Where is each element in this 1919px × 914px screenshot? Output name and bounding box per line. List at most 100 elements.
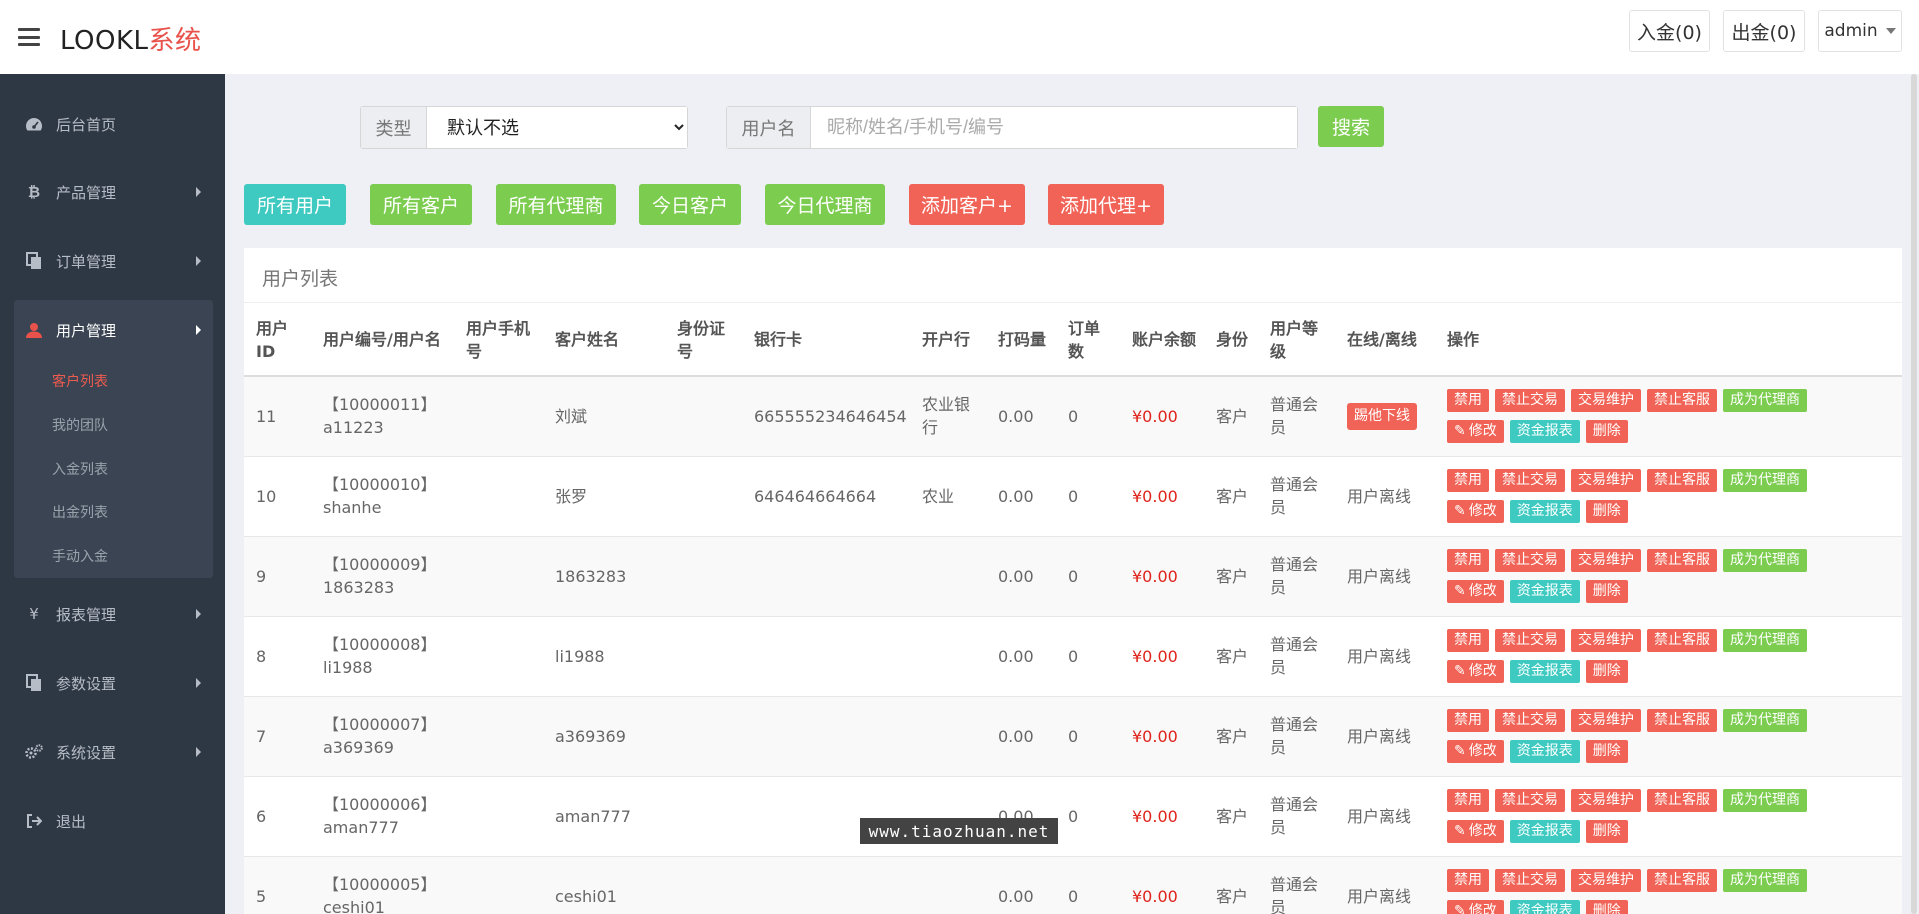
ban-service-button[interactable]: 禁止客服 (1647, 629, 1717, 652)
ban-service-button[interactable]: 禁止客服 (1647, 869, 1717, 893)
fund-report-button[interactable]: 资金报表 (1509, 420, 1580, 444)
ban-button[interactable]: 禁用 (1447, 549, 1489, 572)
all-agents-button[interactable]: 所有代理商 (496, 184, 616, 225)
edit-button[interactable]: ✎ 修改 (1447, 580, 1504, 603)
edit-button[interactable]: ✎ 修改 (1447, 420, 1504, 444)
ban-trade-button[interactable]: 禁止交易 (1495, 389, 1565, 413)
delete-button[interactable]: 删除 (1585, 500, 1628, 523)
kick-offline-button[interactable]: 踢他下线 (1347, 402, 1417, 430)
sidebar-item-products[interactable]: ₿ 产品管理 (0, 172, 225, 212)
sidebar-sub-customer-list[interactable]: 客户列表 (52, 371, 108, 391)
delete-button[interactable]: 删除 (1585, 420, 1628, 444)
ban-trade-button[interactable]: 禁止交易 (1495, 629, 1565, 652)
all-customers-button[interactable]: 所有客户 (370, 184, 472, 225)
all-users-button[interactable]: 所有用户 (244, 184, 346, 225)
ban-button[interactable]: 禁用 (1447, 629, 1489, 652)
delete-button[interactable]: 删除 (1585, 900, 1628, 914)
trade-maintain-button[interactable]: 交易维护 (1571, 709, 1641, 732)
sign-out-icon (24, 811, 44, 831)
sidebar-sub-deposit-list[interactable]: 入金列表 (52, 459, 108, 479)
sidebar-item-users[interactable]: 用户管理 (14, 310, 213, 350)
deposit-button[interactable]: 入金(0) (1629, 10, 1710, 52)
edit-label: 修改 (1468, 663, 1497, 679)
edit-button[interactable]: ✎ 修改 (1447, 660, 1504, 683)
ban-service-button[interactable]: 禁止客服 (1647, 789, 1717, 812)
col-header: 打码量 (986, 304, 1056, 377)
make-agent-button[interactable]: 成为代理商 (1723, 549, 1807, 572)
delete-button[interactable]: 删除 (1585, 660, 1628, 683)
sidebar-item-reports[interactable]: ¥ 报表管理 (0, 594, 225, 634)
edit-button[interactable]: ✎ 修改 (1447, 820, 1504, 843)
pencil-icon: ✎ (1454, 503, 1466, 519)
sidebar-sub-my-team[interactable]: 我的团队 (52, 415, 108, 435)
fund-report-button[interactable]: 资金报表 (1509, 900, 1580, 914)
cell-user-code: 【10000010】 shanhe (311, 455, 454, 536)
today-agents-button[interactable]: 今日代理商 (765, 184, 885, 225)
ban-service-button[interactable]: 禁止客服 (1647, 709, 1717, 732)
user-menu-button[interactable]: admin (1818, 10, 1902, 52)
chevron-right-icon (196, 678, 201, 688)
ban-service-button[interactable]: 禁止客服 (1647, 469, 1717, 492)
make-agent-button[interactable]: 成为代理商 (1723, 469, 1807, 492)
cell-actions: 禁用 禁止交易 交易维护 禁止客服 成为代理商 ✎ 修改 资金报表 删除 (1435, 855, 1902, 914)
ban-button[interactable]: 禁用 (1447, 469, 1489, 492)
type-select[interactable]: 默认不选 (427, 107, 687, 148)
fund-report-button[interactable]: 资金报表 (1509, 820, 1580, 843)
cell-bank: 农业银行 (910, 375, 986, 456)
edit-button[interactable]: ✎ 修改 (1447, 900, 1504, 914)
chevron-right-icon (196, 256, 201, 266)
ban-service-button[interactable]: 禁止客服 (1647, 549, 1717, 572)
sidebar-item-system[interactable]: 系统设置 (0, 732, 225, 772)
trade-maintain-button[interactable]: 交易维护 (1571, 629, 1641, 652)
ban-button[interactable]: 禁用 (1447, 789, 1489, 812)
edit-button[interactable]: ✎ 修改 (1447, 740, 1504, 763)
delete-button[interactable]: 删除 (1585, 820, 1628, 843)
search-button[interactable]: 搜索 (1318, 106, 1384, 147)
make-agent-button[interactable]: 成为代理商 (1723, 789, 1807, 812)
trade-maintain-button[interactable]: 交易维护 (1571, 389, 1641, 413)
add-agent-button[interactable]: 添加代理+ (1048, 184, 1164, 225)
sidebar-item-home[interactable]: 后台首页 (0, 104, 225, 144)
ban-service-button[interactable]: 禁止客服 (1647, 389, 1717, 413)
sidebar-item-orders[interactable]: 订单管理 (0, 241, 225, 281)
sidebar-sub-manual-deposit[interactable]: 手动入金 (52, 546, 108, 566)
cell-bank (910, 535, 986, 616)
trade-maintain-button[interactable]: 交易维护 (1571, 869, 1641, 893)
withdraw-button[interactable]: 出金(0) (1723, 10, 1805, 52)
add-customer-button[interactable]: 添加客户+ (909, 184, 1025, 225)
menu-toggle-icon[interactable] (18, 28, 40, 46)
ban-button[interactable]: 禁用 (1447, 869, 1489, 893)
edit-button[interactable]: ✎ 修改 (1447, 500, 1504, 523)
cell-actions: 禁用 禁止交易 交易维护 禁止客服 成为代理商 ✎ 修改 资金报表 删除 (1435, 775, 1902, 856)
make-agent-button[interactable]: 成为代理商 (1723, 709, 1807, 732)
delete-button[interactable]: 删除 (1585, 740, 1628, 763)
ban-trade-button[interactable]: 禁止交易 (1495, 709, 1565, 732)
ban-button[interactable]: 禁用 (1447, 389, 1489, 413)
trade-maintain-button[interactable]: 交易维护 (1571, 549, 1641, 572)
sidebar-sub-withdraw-list[interactable]: 出金列表 (52, 502, 108, 522)
sidebar-item-logout[interactable]: 退出 (0, 801, 225, 841)
ban-trade-button[interactable]: 禁止交易 (1495, 549, 1565, 572)
ban-trade-button[interactable]: 禁止交易 (1495, 869, 1565, 893)
cell-orders: 0 (1056, 775, 1120, 856)
make-agent-button[interactable]: 成为代理商 (1723, 389, 1807, 413)
fund-report-button[interactable]: 资金报表 (1509, 740, 1580, 763)
sidebar-item-params[interactable]: 参数设置 (0, 663, 225, 703)
fund-report-button[interactable]: 资金报表 (1509, 660, 1580, 683)
username-search-input[interactable] (811, 107, 1297, 148)
scrollbar-thumb[interactable] (1911, 74, 1917, 914)
brand-logo[interactable]: LOOKL系统 (60, 20, 202, 57)
fund-report-button[interactable]: 资金报表 (1509, 580, 1580, 603)
delete-button[interactable]: 删除 (1585, 580, 1628, 603)
make-agent-button[interactable]: 成为代理商 (1723, 869, 1807, 893)
ban-trade-button[interactable]: 禁止交易 (1495, 789, 1565, 812)
trade-maintain-button[interactable]: 交易维护 (1571, 789, 1641, 812)
make-agent-button[interactable]: 成为代理商 (1723, 629, 1807, 652)
fund-report-button[interactable]: 资金报表 (1509, 500, 1580, 523)
today-customers-button[interactable]: 今日客户 (639, 184, 741, 225)
ban-button[interactable]: 禁用 (1447, 709, 1489, 732)
trade-maintain-button[interactable]: 交易维护 (1571, 469, 1641, 492)
cell-bankcard (742, 535, 910, 616)
page-scrollbar[interactable] (1909, 74, 1919, 914)
ban-trade-button[interactable]: 禁止交易 (1495, 469, 1565, 492)
